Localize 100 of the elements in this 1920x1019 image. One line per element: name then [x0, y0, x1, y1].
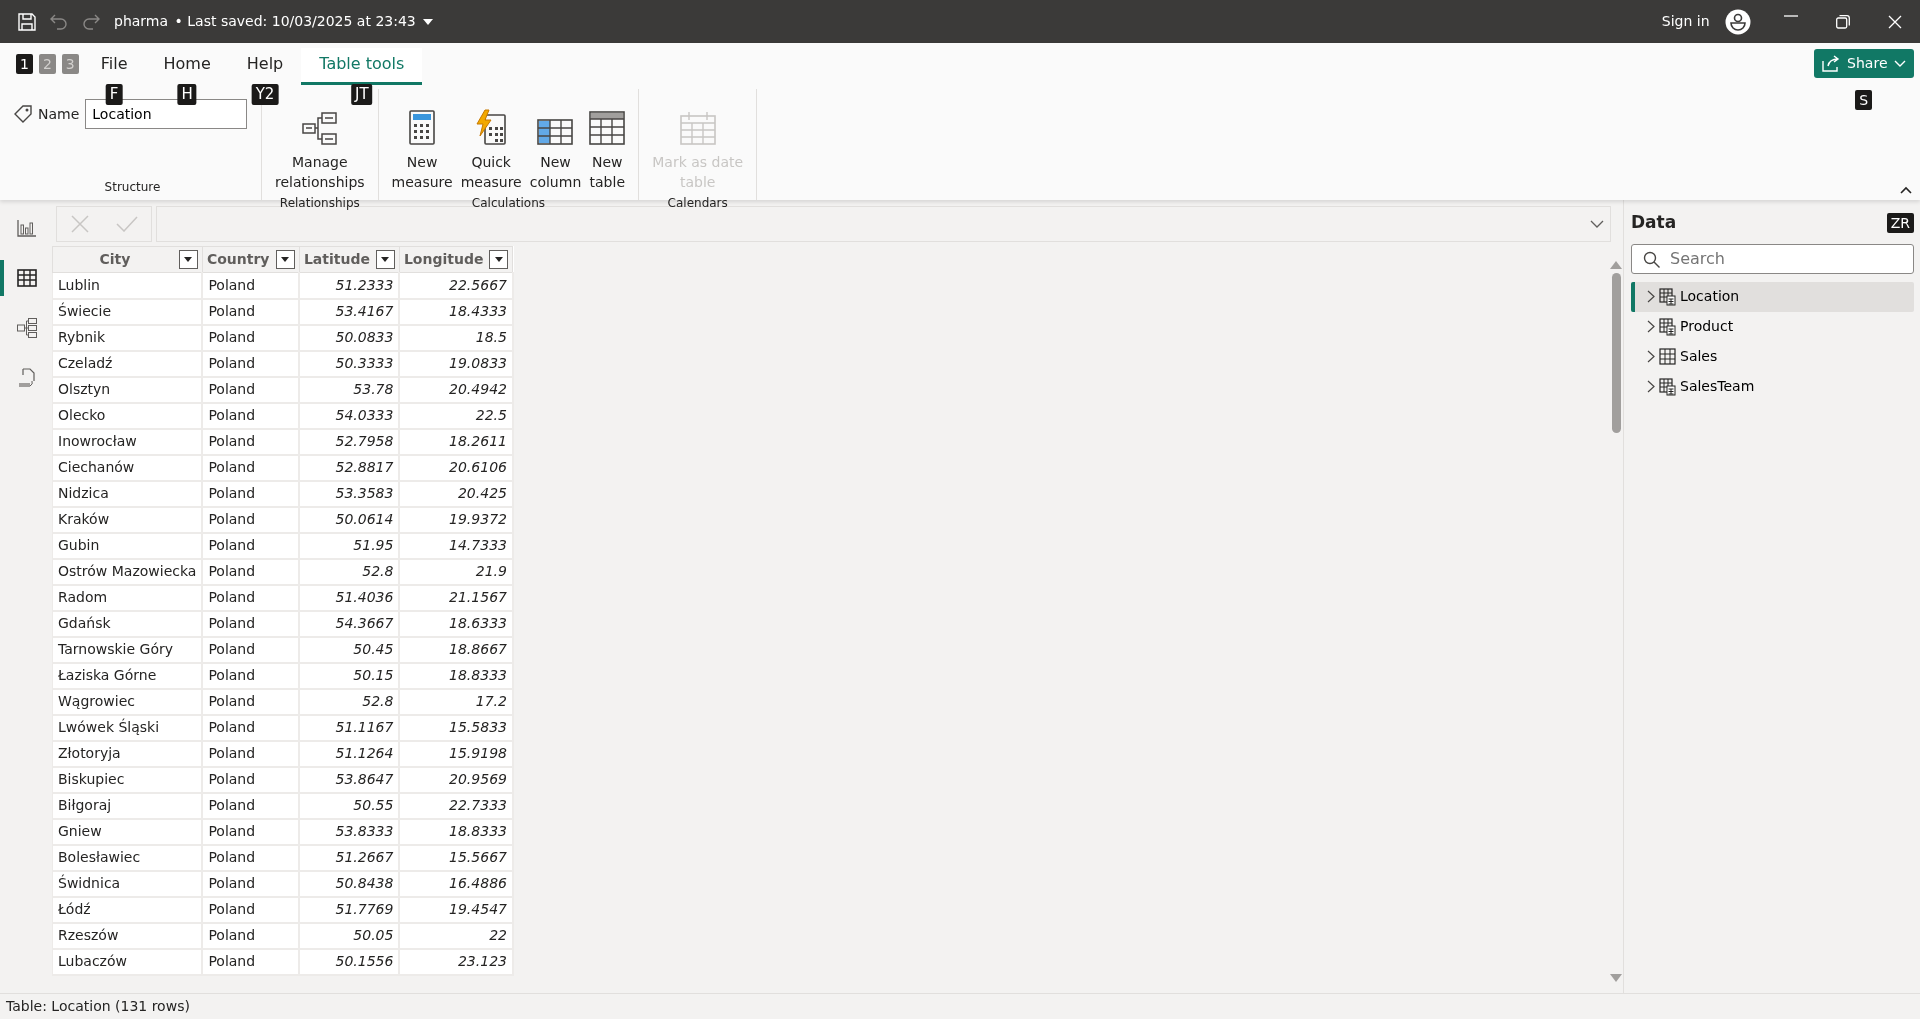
sign-in-link[interactable]: Sign in [1660, 10, 1711, 33]
table-cell: Poland [202, 324, 300, 351]
table-cell: Poland [202, 402, 300, 429]
table-cell: Nidzica [52, 480, 203, 507]
table-cell: Poland [202, 818, 300, 845]
filter-dropdown[interactable] [275, 250, 295, 269]
caret-icon [184, 256, 193, 263]
ribbon-button[interactable]: New table [586, 105, 629, 195]
table-cell: 52.8817 [299, 454, 400, 481]
pane-title: Data [1631, 211, 1677, 234]
restore-icon[interactable] [1836, 14, 1850, 29]
column-header: Latitude [303, 250, 370, 269]
table-cell: Poland [202, 376, 300, 403]
minimize-icon[interactable] [1784, 14, 1798, 17]
collapse-ribbon-icon[interactable] [1900, 186, 1912, 194]
file-name: pharma [114, 12, 169, 31]
scroll-thumb[interactable] [1611, 273, 1621, 433]
column-header: City [98, 250, 132, 269]
table-cell: Rybnik [52, 324, 203, 351]
table-cell: Bolesławiec [52, 844, 203, 871]
table-cell: 53.8647 [299, 766, 400, 793]
table-cell: Poland [202, 870, 300, 897]
table-cell: Gubin [52, 532, 203, 559]
ribbon-tab[interactable]: File [82, 48, 146, 85]
table-cell: 20.9569 [399, 766, 513, 793]
table-list-item[interactable]: SalesTeam [1631, 371, 1914, 402]
table-cell: 50.8438 [299, 870, 400, 897]
table-cell: 53.4167 [299, 298, 400, 325]
table-icon [589, 111, 626, 145]
column-header: Country [206, 250, 270, 269]
account-icon[interactable] [1724, 8, 1751, 35]
caret-icon [494, 256, 503, 263]
ribbon-button[interactable]: New column [526, 105, 585, 195]
table-cell: 22.5 [399, 402, 513, 429]
table-cell: 53.78 [299, 376, 400, 403]
ribbon-tab[interactable]: Table tools [301, 48, 423, 85]
table-list-item[interactable]: Sales [1631, 341, 1914, 372]
tag-icon [14, 105, 32, 123]
table-cell: Gniew [52, 818, 203, 845]
ribbon-tab[interactable]: Help [228, 48, 302, 85]
calendar-icon [679, 111, 716, 145]
chevron-down-icon [1893, 59, 1906, 68]
group-label: Structure [103, 179, 162, 196]
table-cell: Czeladź [52, 350, 203, 377]
table-cell: 50.0614 [299, 506, 400, 533]
table-list-item[interactable]: Product [1631, 311, 1914, 342]
search-icon [1643, 250, 1660, 268]
filter-dropdown[interactable] [375, 250, 395, 269]
keytip-badge: 1 [16, 54, 33, 74]
table-column-icon [537, 119, 574, 145]
ribbon-button[interactable]: New measure [388, 105, 456, 195]
ribbon-tab[interactable]: Home [145, 48, 229, 85]
field-label: Name [38, 104, 80, 124]
caret-icon [281, 256, 290, 263]
relationships-icon [302, 112, 338, 145]
table-cell: 50.45 [299, 636, 400, 663]
calculator-icon [409, 110, 436, 145]
table-cell: Poland [202, 532, 300, 559]
table-cell: Poland [202, 584, 300, 611]
table-cell: Rzeszów [52, 922, 203, 949]
table-cell: 51.1264 [299, 740, 400, 767]
table-cell: 18.8333 [399, 662, 513, 689]
name-field[interactable]: Location [85, 99, 248, 129]
table-cell: 50.3333 [299, 350, 400, 377]
table-cell: 22.5667 [399, 272, 513, 299]
table-list-item[interactable]: Location [1631, 281, 1914, 312]
table-cell: Olsztyn [52, 376, 203, 403]
filter-dropdown[interactable] [489, 250, 509, 269]
table-cell: 18.5 [399, 324, 513, 351]
table-cell: Świecie [52, 298, 203, 325]
save-icon[interactable] [18, 12, 36, 31]
group-label: Calendars [666, 195, 729, 213]
table-cell: 50.05 [299, 922, 400, 949]
ribbon-button[interactable]: Manage relationships [272, 105, 368, 195]
search-field[interactable]: Search [1631, 243, 1914, 274]
chevron-right-icon [1647, 290, 1655, 303]
table-cell: 52.8 [299, 688, 400, 715]
expand-icon[interactable] [1590, 219, 1604, 229]
table-cell: Radom [52, 584, 203, 611]
table-cell: Poland [202, 636, 300, 663]
table-cell: 20.425 [399, 480, 513, 507]
table-cell: Lublin [52, 272, 203, 299]
keytip-badge: Y2 [251, 84, 279, 105]
share-button[interactable]: Share [1814, 49, 1914, 78]
table-cell: Poland [202, 350, 300, 377]
table-cell: Biskupiec [52, 766, 203, 793]
caret-icon [381, 256, 390, 263]
undo-icon[interactable] [50, 13, 68, 30]
chevron-right-icon [1647, 350, 1655, 363]
table-icon [1659, 347, 1676, 366]
table-cell: Poland [202, 272, 300, 299]
ribbon-button[interactable]: Quick measure [457, 105, 525, 195]
table-cell: 51.95 [299, 532, 400, 559]
table-cell: 50.0833 [299, 324, 400, 351]
table-cell: Poland [202, 662, 300, 689]
caret-icon[interactable] [422, 17, 435, 26]
close-icon[interactable] [1888, 14, 1902, 29]
redo-icon[interactable] [82, 13, 100, 30]
calculated-table-icon [1659, 287, 1676, 306]
filter-dropdown[interactable] [178, 250, 198, 269]
